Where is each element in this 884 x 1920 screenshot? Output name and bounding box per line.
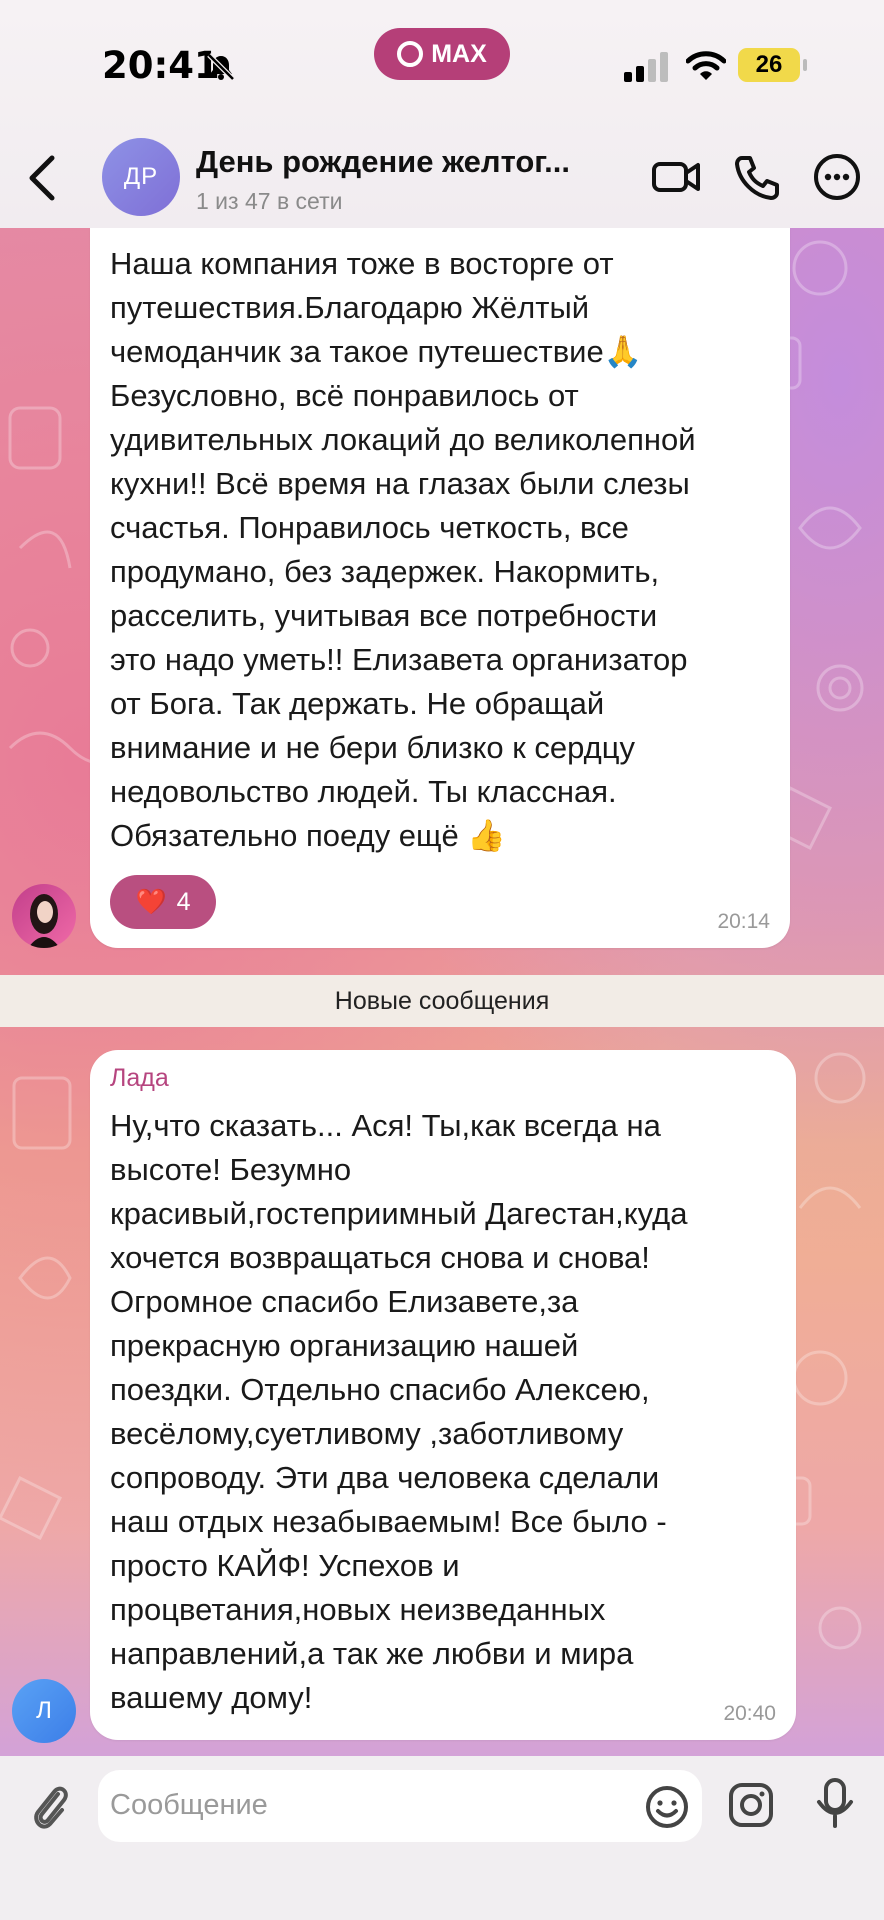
new-messages-divider: Новые сообщения [0,975,884,1027]
message-text: Ну,что сказать... Ася! Ты,как всегда на … [110,1108,688,1715]
phone-call-icon[interactable] [730,150,784,204]
max-logo-icon [397,41,424,67]
sender-avatar[interactable]: Л [12,1679,76,1743]
message-bubble[interactable]: Лада Ну,что сказать... Ася! Ты,как всегд… [90,1050,796,1740]
app-pill: MAX [374,28,510,80]
status-time: 20:41 [102,44,220,87]
back-arrow-icon[interactable] [22,150,62,206]
reaction-count: 4 [176,887,191,916]
message-composer: Сообщение [0,1756,884,1920]
paperclip-icon[interactable] [26,1780,72,1836]
emoji-icon[interactable] [644,1784,690,1830]
message-input[interactable]: Сообщение [98,1770,702,1842]
message-time: 20:40 [723,1702,776,1725]
sender-name[interactable]: Лада [110,1064,169,1093]
camera-icon[interactable] [728,1782,774,1828]
more-options-icon[interactable] [810,150,864,204]
message-text: Наша компания тоже в восторге от путешес… [110,246,696,853]
message-input-placeholder: Сообщение [110,1789,268,1821]
battery-indicator: 26 [738,48,807,82]
microphone-icon[interactable] [812,1776,858,1830]
cellular-signal-icon [624,52,668,82]
heart-reaction-icon: ❤️ [135,887,167,916]
status-bar: 20:41 MAX 26 [0,0,884,130]
chat-online-count: 1 из 47 в сети [196,188,343,214]
video-call-icon[interactable] [650,150,704,204]
user-photo-icon [28,894,60,948]
sender-avatar[interactable] [12,884,76,948]
chat-title[interactable]: День рождение желтог... [196,144,626,180]
chat-avatar[interactable]: ДР [102,138,180,216]
wifi-icon [686,51,726,80]
bell-muted-icon [207,53,235,81]
reaction-badge[interactable]: ❤️ 4 [110,875,216,929]
app-pill-label: MAX [431,39,487,68]
chat-screen: 20:41 MAX 26 ДР День рождение желтог... … [0,0,884,1920]
chat-header: ДР День рождение желтог... 1 из 47 в сет… [0,130,884,228]
message-time: 20:14 [717,910,770,933]
message-bubble[interactable]: Наша компания тоже в восторге от путешес… [90,228,790,948]
top-bar: 20:41 MAX 26 ДР День рождение желтог... … [0,0,884,228]
